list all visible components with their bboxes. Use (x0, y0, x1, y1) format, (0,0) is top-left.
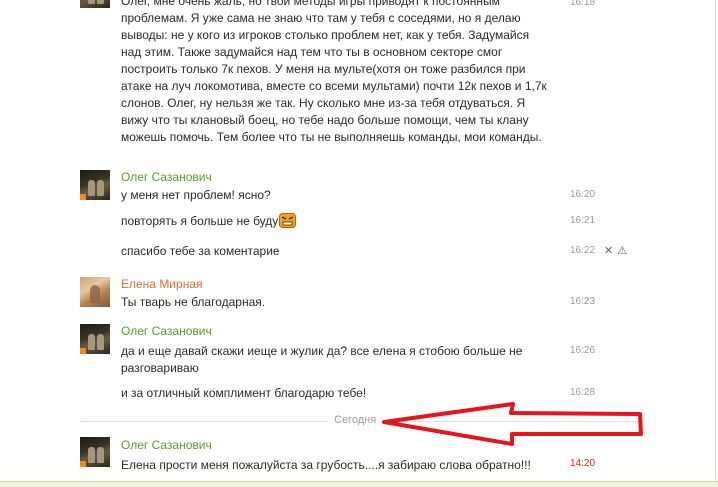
orange-square-icon (80, 194, 86, 200)
message-text: да и еще давай скажи иеще и жулик да? вс… (121, 344, 523, 375)
date-divider-label: Сегодня (330, 414, 381, 426)
avatar[interactable] (80, 277, 110, 307)
author-name[interactable]: Елена Мирная (121, 277, 203, 291)
message-text: у меня нет проблем! ясно? (121, 188, 271, 202)
angry-smiley-icon (279, 213, 297, 228)
avatar[interactable] (80, 0, 110, 8)
avatar[interactable] (80, 170, 110, 200)
orange-square-icon (80, 348, 86, 354)
message-time: 16:18 (570, 0, 596, 8)
orange-square-icon (80, 461, 86, 467)
message-text: Ты тварь не благодарная. (121, 295, 266, 309)
message-text: и за отличный комплимент благодарю тебе! (121, 386, 367, 400)
message-time: 16:26 (570, 345, 596, 356)
message-actions: ✕ ⚠ (604, 244, 631, 257)
warning-icon[interactable]: ⚠ (617, 245, 627, 257)
message-line: повторять я больше не буду (121, 214, 279, 228)
message-time: 16:21 (570, 215, 596, 226)
scroll-edge (715, 0, 716, 486)
message-time: 16:23 (570, 296, 596, 307)
avatar-photo (80, 0, 110, 8)
avatar-photo (80, 277, 110, 307)
close-icon[interactable]: ✕ (604, 245, 613, 257)
author-name[interactable]: Олег Сазанович (121, 438, 212, 452)
message-text: повторять я больше не буду (121, 213, 551, 230)
author-name[interactable]: Олег Сазанович (121, 324, 212, 338)
message-text: Елена прости меня пожалуйста за грубость… (121, 458, 531, 472)
message-time: 16:22 (570, 245, 596, 256)
author-name[interactable]: Олег Сазанович (121, 170, 212, 184)
message-text: спасибо тебе за коментарие (121, 244, 280, 258)
avatar[interactable] (80, 437, 110, 467)
compose-bar (0, 481, 718, 487)
message-time: 16:28 (570, 387, 596, 398)
message-text: Олег, мне очень жаль, но твои методы игр… (121, 0, 547, 144)
avatar[interactable] (80, 324, 110, 354)
message-time: 16:20 (570, 189, 596, 200)
message-time: 14:20 (570, 458, 596, 469)
